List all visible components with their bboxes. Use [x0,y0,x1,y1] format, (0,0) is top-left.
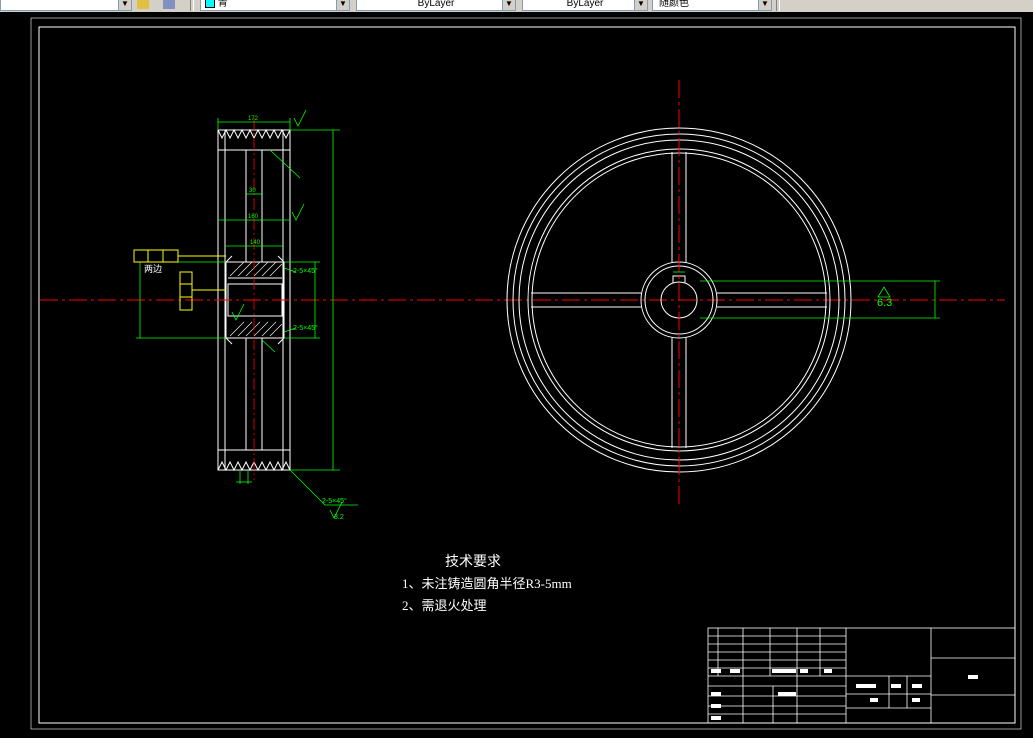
tech-line-1: 1、未注铸造圆角半径R3-5mm [402,576,572,591]
chevron-down-icon: ▼ [118,0,131,10]
lineweight-value: 随颜色 [659,0,689,9]
roughness-label-main: 6.3 [877,297,892,309]
svg-text:30: 30 [249,188,256,194]
chamfer-label-bottom: 2-5×45° [322,497,347,505]
linetype-dropdown[interactable]: ByLayer ▼ [522,0,648,11]
chevron-down-icon: ▼ [758,0,771,10]
toolbar-separator [776,0,780,11]
chevron-down-icon: ▼ [634,0,647,10]
layer-dropdown[interactable]: 青 ▼ [200,0,350,11]
chevron-down-icon: ▼ [502,0,515,10]
svg-text:172: 172 [248,116,259,122]
layer-color-swatch [205,0,215,9]
color-dropdown[interactable]: ByLayer ▼ [356,0,516,11]
tech-line-2: 2、需退火处理 [402,598,487,613]
both-sides-note: 两边 [144,264,162,274]
svg-text:140: 140 [250,240,261,246]
svg-text:160: 160 [248,214,259,220]
chevron-down-icon: ▼ [336,0,349,10]
layer-value: 青 [217,0,228,9]
toolbar-separator [190,0,194,11]
drawing-canvas[interactable]: 172 160 140 30 2-5×45° 2-5×45° 2-5×45° 3… [0,12,1033,738]
linetype-value: ByLayer [566,0,604,9]
chamfer-label-upper: 2-5×45° [293,267,318,275]
color-value: ByLayer [417,0,455,9]
lineweight-dropdown[interactable]: 随颜色 ▼ [652,0,772,11]
chamfer-label-lower: 2-5×45° [293,324,318,332]
layer-previous-icon[interactable] [163,0,175,9]
prev-dropdown[interactable]: ▼ [0,0,132,11]
tech-title: 技术要求 [445,554,501,570]
canvas-background [0,12,1033,738]
layer-states-icon[interactable] [137,0,149,9]
